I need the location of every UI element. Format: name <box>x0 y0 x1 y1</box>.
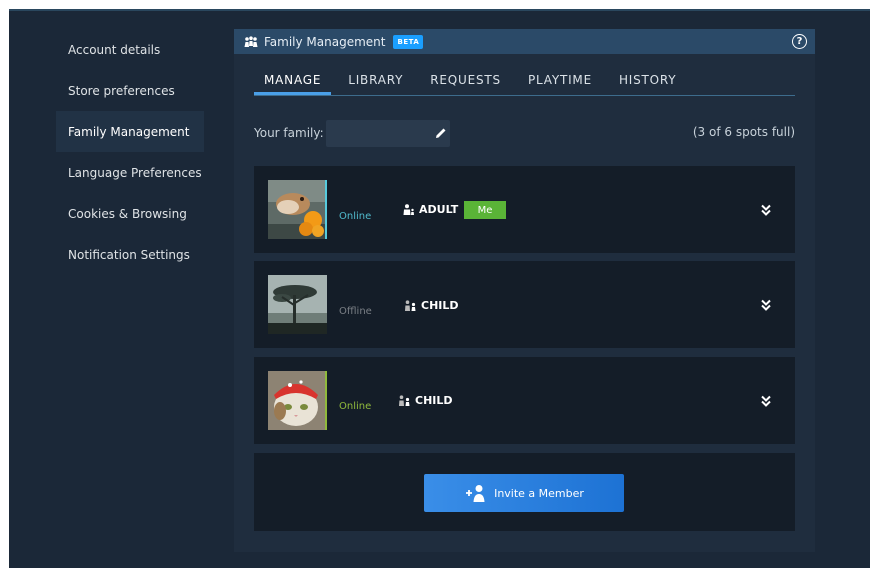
hamster-avatar-image <box>268 180 325 239</box>
sidebar: Account details Store preferences Family… <box>56 29 204 275</box>
sidebar-item-account-details[interactable]: Account details <box>56 29 204 70</box>
family-icon <box>244 35 258 47</box>
tab-manage[interactable]: MANAGE <box>254 69 332 95</box>
family-management-panel: Family Management BETA ? MANAGE LIBRARY … <box>234 29 815 552</box>
sidebar-item-family-management[interactable]: Family Management <box>56 111 204 152</box>
chevron-double-down-icon[interactable] <box>759 298 773 312</box>
member-role: CHILD <box>398 394 453 407</box>
invite-member-button[interactable]: Invite a Member <box>424 474 624 512</box>
tab-bar: MANAGE LIBRARY REQUESTS PLAYTIME HISTORY <box>254 69 795 96</box>
sidebar-item-language-preferences[interactable]: Language Preferences <box>56 152 204 193</box>
chevron-double-down-icon[interactable] <box>759 394 773 408</box>
member-role-label: CHILD <box>415 394 453 407</box>
chevron-double-down-icon[interactable] <box>759 203 773 217</box>
avatar[interactable] <box>268 371 327 430</box>
tab-library[interactable]: LIBRARY <box>338 69 413 95</box>
member-card[interactable]: Offline CHILD <box>254 261 795 348</box>
family-name-row: Your family: (3 of 6 spots full) <box>254 119 795 147</box>
invite-label: Invite a Member <box>494 486 584 500</box>
panel-header: Family Management BETA ? <box>234 29 815 54</box>
sidebar-item-notification-settings[interactable]: Notification Settings <box>56 234 204 275</box>
member-role-label: CHILD <box>421 299 459 312</box>
member-status: Online <box>339 401 372 412</box>
tab-history[interactable]: HISTORY <box>609 69 686 95</box>
avatar[interactable] <box>268 180 327 239</box>
family-name-input[interactable] <box>326 119 450 147</box>
me-badge: Me <box>464 201 506 219</box>
member-card[interactable]: Online CHILD <box>254 357 795 444</box>
pencil-icon[interactable] <box>435 127 447 139</box>
avatar[interactable] <box>268 275 327 334</box>
sidebar-item-cookies-browsing[interactable]: Cookies & Browsing <box>56 193 204 234</box>
child-icon <box>399 395 410 406</box>
invite-area: Invite a Member <box>254 453 795 531</box>
tab-playtime[interactable]: PLAYTIME <box>518 69 602 95</box>
spots-count: (3 of 6 spots full) <box>692 125 795 139</box>
cat-avatar-image <box>268 371 325 430</box>
add-user-icon <box>466 485 485 502</box>
member-role: CHILD <box>404 299 459 312</box>
family-label: Your family: <box>254 126 324 140</box>
tree-avatar-image <box>268 275 327 334</box>
help-icon[interactable]: ? <box>792 34 807 49</box>
tab-requests[interactable]: REQUESTS <box>420 69 511 95</box>
steam-account-window: Account details Store preferences Family… <box>9 9 870 568</box>
beta-badge: BETA <box>393 34 424 49</box>
member-status: Online <box>339 211 372 222</box>
member-card[interactable]: Online ADULT Me <box>254 166 795 253</box>
member-status: Offline <box>339 306 372 317</box>
member-role-label: ADULT <box>419 203 459 216</box>
child-icon <box>405 300 416 311</box>
panel-title: Family Management <box>264 34 386 49</box>
adult-icon <box>403 204 414 215</box>
sidebar-item-store-preferences[interactable]: Store preferences <box>56 70 204 111</box>
member-role: ADULT <box>402 203 458 216</box>
